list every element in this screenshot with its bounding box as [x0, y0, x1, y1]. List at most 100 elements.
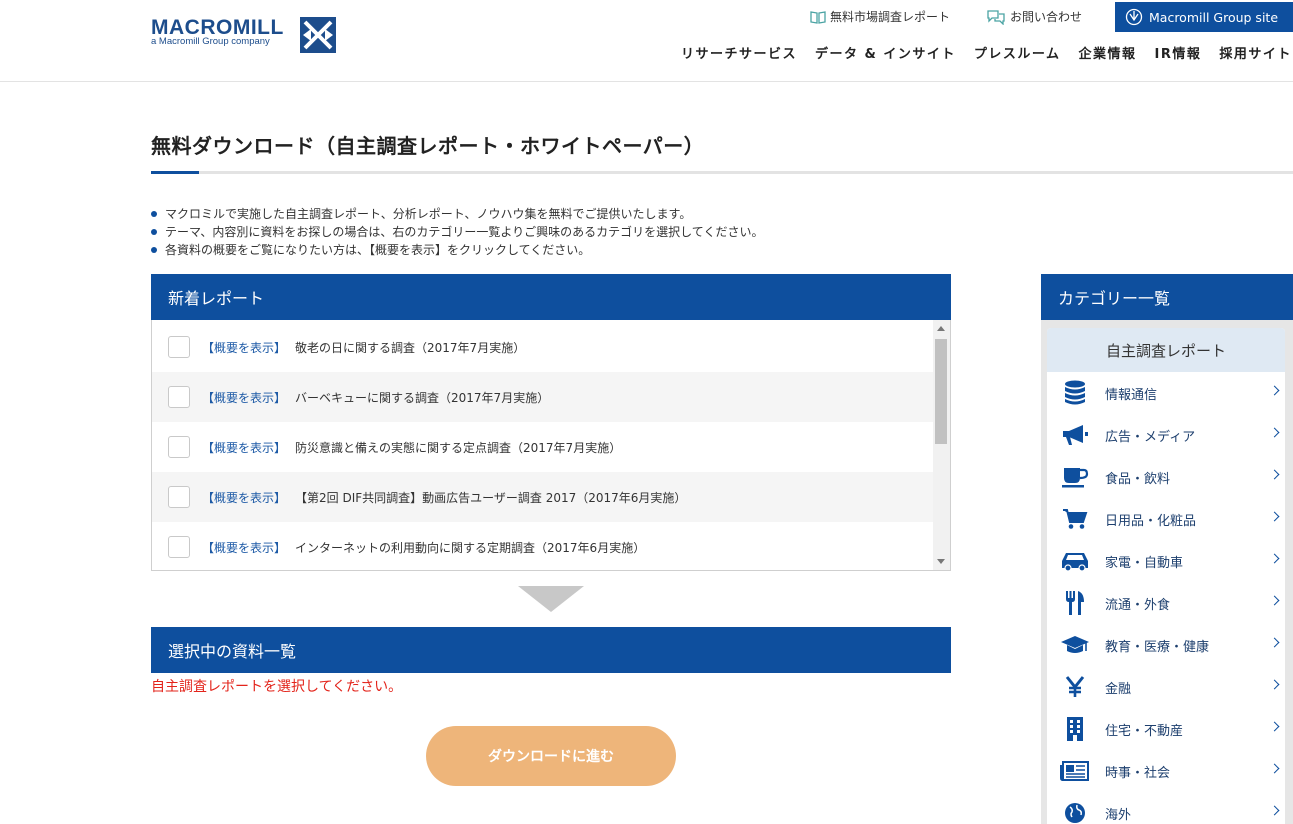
intro-item: テーマ、内容別に資料をお探しの場合は、右のカテゴリー一覧よりご興味のあるカテゴリ… [151, 223, 763, 241]
report-list[interactable]: 【概要を表示】 敬老の日に関する調査（2017年7月実施） 【概要を表示】 バー… [151, 320, 951, 571]
cup-icon [1060, 463, 1090, 491]
show-summary-link[interactable]: 【概要を表示】 [202, 539, 286, 556]
site-header: MACROMILL a Macromill Group company 無料市場… [0, 0, 1293, 82]
selection-error-message: 自主調査レポートを選択してください。 [151, 679, 403, 695]
category-subheading: 自主調査レポート [1047, 328, 1285, 372]
macromill-logo[interactable]: MACROMILL a Macromill Group company [151, 16, 341, 56]
download-button[interactable]: ダウンロードに進む [426, 726, 676, 786]
report-row: 【概要を表示】 インターネットの利用動向に関する定期調査（2017年6月実施） [152, 522, 934, 570]
scroll-thumb[interactable] [935, 339, 947, 444]
report-list-scrollbar[interactable] [933, 320, 950, 570]
selected-materials-heading: 選択中の資料一覧 [151, 627, 951, 673]
yen-icon [1060, 673, 1090, 701]
category-list: 自主調査レポート 情報通信 広告・メディア 食品・飲料 日用品・化粧品 家電・自… [1047, 328, 1285, 824]
globe-icon [1060, 799, 1090, 824]
report-row: 【概要を表示】 バーベキューに関する調査（2017年7月実施） [152, 372, 934, 422]
nav-recruit-site[interactable]: 採用サイト [1210, 43, 1293, 62]
chevron-right-icon [1269, 553, 1280, 564]
logo-subtext: a Macromill Group company [151, 36, 270, 47]
scroll-down-arrow-icon[interactable] [937, 559, 945, 564]
report-title: バーベキューに関する調査（2017年7月実施） [295, 390, 550, 405]
category-label: 住宅・不動産 [1105, 723, 1184, 739]
new-reports-heading: 新着レポート [151, 274, 951, 320]
category-label: 海外 [1105, 807, 1132, 823]
report-title: インターネットの利用動向に関する定期調査（2017年6月実施） [295, 540, 646, 555]
free-report-label: 無料市場調査レポート [830, 10, 951, 24]
free-report-link[interactable]: 無料市場調査レポート [810, 8, 950, 25]
cart-icon [1060, 505, 1090, 533]
contact-link[interactable]: お問い合わせ [986, 8, 1082, 25]
category-item-overseas[interactable]: 海外 [1047, 792, 1285, 824]
nav-company-info[interactable]: 企業情報 [1070, 43, 1146, 62]
chevron-right-icon [1269, 721, 1280, 732]
report-checkbox[interactable] [168, 536, 190, 558]
category-item-advertising-media[interactable]: 広告・メディア [1047, 414, 1285, 456]
category-label: 食品・飲料 [1105, 471, 1171, 487]
show-summary-link[interactable]: 【概要を表示】 [202, 389, 286, 406]
nav-data-insight[interactable]: データ & インサイト [806, 43, 965, 62]
intro-item: 各資料の概要をご覧になりたい方は、【概要を表示】をクリックしてください。 [151, 241, 763, 259]
report-row: 【概要を表示】 【第2回 DIF共同調査】動画広告ユーザー調査 2017（201… [152, 472, 934, 522]
title-divider [151, 171, 1293, 174]
chevron-right-icon [1269, 679, 1280, 690]
chevron-right-icon [1269, 385, 1280, 396]
category-label: 時事・社会 [1105, 765, 1171, 781]
chevron-right-icon [1269, 469, 1280, 480]
group-globe-icon [1125, 8, 1143, 26]
car-icon [1060, 547, 1090, 575]
category-label: 金融 [1105, 681, 1132, 697]
category-label: 教育・医療・健康 [1105, 639, 1210, 655]
newspaper-icon [1060, 757, 1090, 785]
group-site-button[interactable]: Macromill Group site [1115, 2, 1293, 32]
category-label: 広告・メディア [1105, 429, 1196, 445]
category-label: 流通・外食 [1105, 597, 1171, 613]
category-item-current-affairs-society[interactable]: 時事・社会 [1047, 750, 1285, 792]
category-label: 情報通信 [1105, 387, 1158, 403]
group-site-label: Macromill Group site [1149, 9, 1279, 25]
category-item-daily-goods-cosmetics[interactable]: 日用品・化粧品 [1047, 498, 1285, 540]
report-row: 【概要を表示】 防災意識と備えの実態に関する定点調査（2017年7月実施） [152, 422, 934, 472]
report-checkbox[interactable] [168, 486, 190, 508]
megaphone-icon [1060, 421, 1090, 449]
category-label: 日用品・化粧品 [1105, 513, 1197, 529]
scroll-up-arrow-icon[interactable] [937, 326, 945, 331]
show-summary-link[interactable]: 【概要を表示】 [202, 489, 286, 506]
category-label: 家電・自動車 [1105, 555, 1184, 571]
nav-research-services[interactable]: リサーチサービス [672, 43, 806, 62]
category-item-housing-real-estate[interactable]: 住宅・不動産 [1047, 708, 1285, 750]
chevron-right-icon [1269, 511, 1280, 522]
title-divider-accent [151, 171, 199, 174]
fork-knife-icon [1060, 589, 1090, 617]
main-navigation: リサーチサービス データ & インサイト プレスルーム 企業情報 IR情報 採用… [672, 43, 1293, 62]
logo-mark-icon [300, 17, 336, 53]
category-item-education-medical-health[interactable]: 教育・医療・健康 [1047, 624, 1285, 666]
chevron-right-icon [1269, 805, 1280, 816]
chevron-right-icon [1269, 595, 1280, 606]
report-title: 防災意識と備えの実態に関する定点調査（2017年7月実施） [295, 440, 622, 455]
report-title: 【第2回 DIF共同調査】動画広告ユーザー調査 2017（2017年6月実施） [295, 490, 687, 505]
chevron-right-icon [1269, 637, 1280, 648]
show-summary-link[interactable]: 【概要を表示】 [202, 339, 286, 356]
report-title: 敬老の日に関する調査（2017年7月実施） [295, 340, 526, 355]
page-title: 無料ダウンロード（自主調査レポート・ホワイトペーパー） [151, 134, 705, 158]
category-panel: 自主調査レポート 情報通信 広告・メディア 食品・飲料 日用品・化粧品 家電・自… [1041, 320, 1293, 824]
graduation-cap-icon [1060, 631, 1090, 659]
report-checkbox[interactable] [168, 436, 190, 458]
down-arrow-icon [518, 586, 584, 612]
report-row: 【概要を表示】 敬老の日に関する調査（2017年7月実施） [152, 322, 934, 372]
report-checkbox[interactable] [168, 386, 190, 408]
show-summary-link[interactable]: 【概要を表示】 [202, 439, 286, 456]
intro-list: マクロミルで実施した自主調査レポート、分析レポート、ノウハウ集を無料でご提供いた… [151, 205, 763, 259]
category-item-finance[interactable]: 金融 [1047, 666, 1285, 708]
intro-item: マクロミルで実施した自主調査レポート、分析レポート、ノウハウ集を無料でご提供いた… [151, 205, 763, 223]
category-item-distribution-dining[interactable]: 流通・外食 [1047, 582, 1285, 624]
category-item-food-beverage[interactable]: 食品・飲料 [1047, 456, 1285, 498]
nav-ir-info[interactable]: IR情報 [1146, 43, 1211, 62]
category-item-appliance-auto[interactable]: 家電・自動車 [1047, 540, 1285, 582]
book-icon [810, 10, 826, 24]
category-heading: カテゴリー一覧 [1041, 274, 1293, 320]
building-icon [1060, 715, 1090, 743]
category-item-info-communication[interactable]: 情報通信 [1047, 372, 1285, 414]
nav-press-room[interactable]: プレスルーム [965, 43, 1070, 62]
report-checkbox[interactable] [168, 336, 190, 358]
